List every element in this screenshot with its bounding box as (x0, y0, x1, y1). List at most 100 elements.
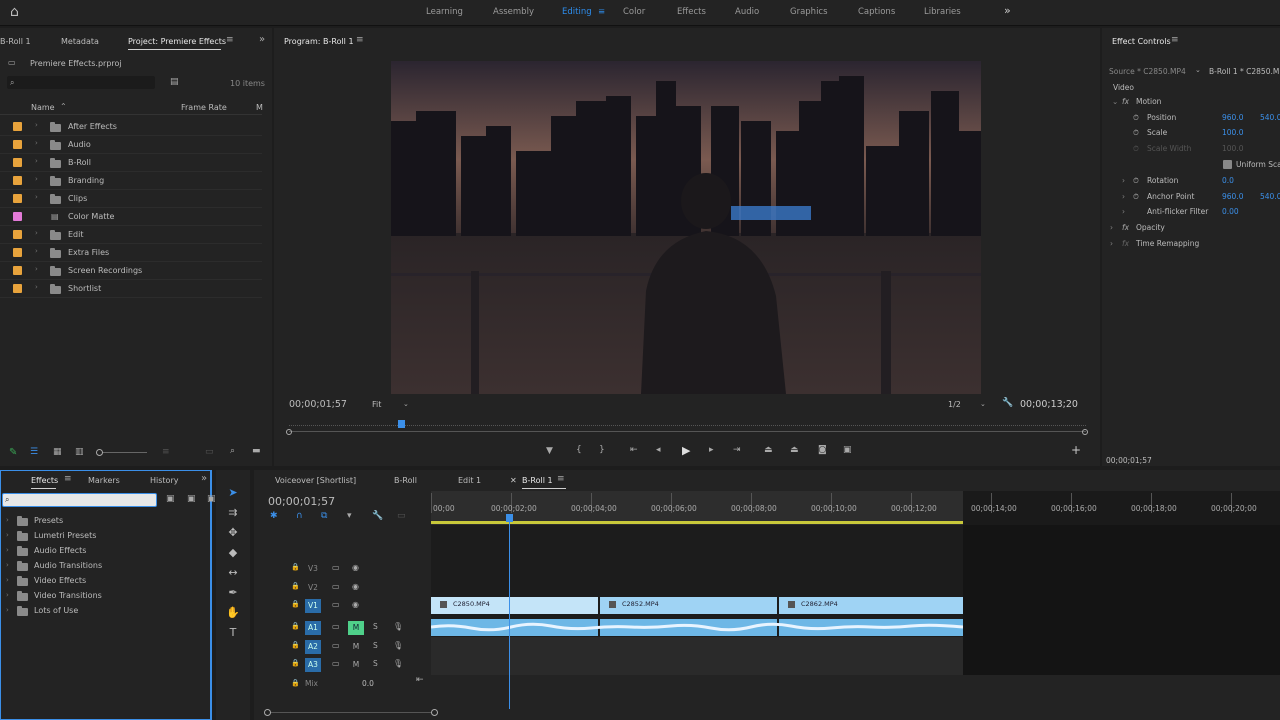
chevron-right-icon[interactable]: › (6, 576, 9, 584)
clip-v1-3[interactable]: C2862.MP4 (779, 597, 963, 614)
zoom-slider[interactable] (97, 452, 147, 453)
label-color-swatch[interactable] (13, 230, 22, 239)
label-color-swatch[interactable] (13, 284, 22, 293)
effects-folder-row[interactable]: › Video Transitions (0, 589, 200, 604)
seq-tab-voiceover[interactable]: Voiceover [Shortlist] (275, 476, 356, 485)
program-scrub-bar[interactable] (289, 431, 1086, 432)
scroll-handle-right[interactable] (431, 709, 438, 716)
chevron-down-icon[interactable]: ⌄ (980, 400, 986, 409)
lock-icon[interactable]: 🔒 (291, 582, 300, 591)
tab-project[interactable]: Project: Premiere Effects (128, 37, 226, 46)
chevron-right-icon[interactable]: › (35, 283, 38, 291)
property-value[interactable]: 960.0 (1222, 192, 1243, 201)
project-bin-row[interactable]: › After Effects (0, 118, 262, 136)
expand-panels-icon[interactable]: » (201, 474, 207, 484)
project-bin-row[interactable]: › Branding (0, 172, 262, 190)
solo-button[interactable]: S (373, 659, 378, 668)
linked-selection-icon[interactable]: ⧉ (321, 512, 327, 521)
workspace-color[interactable]: Color (623, 7, 645, 17)
sync-lock-icon[interactable]: ▭ (332, 582, 340, 591)
track-label[interactable]: V1 (305, 599, 321, 613)
pencil-icon[interactable]: ✎ (9, 448, 17, 458)
freeform-view-icon[interactable]: ▥ (75, 448, 84, 457)
workspace-effects[interactable]: Effects (677, 7, 706, 17)
project-bin-row[interactable]: › Clips (0, 190, 262, 208)
program-menu-icon[interactable]: ≡ (356, 36, 364, 45)
eye-icon[interactable]: ◉ (352, 582, 359, 591)
workspace-editing[interactable]: Editing (562, 7, 592, 17)
label-color-swatch[interactable] (13, 140, 22, 149)
play-icon[interactable]: ▶ (682, 445, 690, 456)
more-workspaces-icon[interactable]: » (1004, 4, 1011, 17)
property-value[interactable]: 0.0 (1222, 176, 1234, 185)
effect-controls-menu-icon[interactable]: ≡ (1171, 36, 1179, 45)
sync-lock-icon[interactable]: ▭ (332, 659, 340, 668)
stopwatch-icon[interactable]: ⏱ (1133, 113, 1139, 123)
lift-icon[interactable]: ⏏ (764, 446, 773, 455)
mute-button[interactable]: M (348, 640, 364, 654)
column-media-start[interactable]: M (256, 103, 263, 112)
track-label[interactable]: A2 (305, 640, 321, 654)
eye-icon[interactable]: ◉ (352, 600, 359, 609)
effects-folder-row[interactable]: › Lumetri Presets (0, 529, 200, 544)
workspace-audio[interactable]: Audio (735, 7, 759, 17)
workspace-menu-icon[interactable]: ≡ (598, 7, 605, 17)
uniform-scale-checkbox[interactable] (1223, 160, 1232, 169)
ripple-edit-tool-icon[interactable]: ✥ (226, 526, 240, 540)
timeline-settings-icon[interactable]: 🔧 (372, 512, 383, 521)
stopwatch-icon[interactable]: ⏱ (1133, 192, 1139, 202)
chevron-right-icon[interactable]: › (6, 516, 9, 524)
property-value[interactable]: 100.0 (1222, 144, 1243, 153)
type-tool-icon[interactable]: T (226, 626, 240, 640)
sync-lock-icon[interactable]: ▭ (332, 641, 340, 650)
add-marker-icon[interactable]: ▼ (546, 447, 553, 456)
timeline-timecode[interactable]: 00;00;01;57 (268, 495, 335, 508)
chevron-right-icon[interactable]: › (1110, 239, 1113, 248)
mute-button[interactable]: M (348, 658, 364, 672)
effect-controls-title[interactable]: Effect Controls (1112, 37, 1171, 46)
lock-icon[interactable]: 🔒 (291, 641, 300, 650)
column-frame-rate[interactable]: Frame Rate (181, 103, 227, 112)
seq-tab-edit-1[interactable]: Edit 1 (458, 476, 481, 485)
chevron-right-icon[interactable]: › (35, 157, 38, 165)
stopwatch-icon[interactable]: ⏱ (1133, 176, 1139, 186)
new-bin-icon[interactable]: ▤ (170, 78, 179, 87)
stopwatch-icon[interactable]: ⏱ (1133, 128, 1139, 138)
new-bin-bottom-icon[interactable]: ▬ (252, 447, 261, 456)
ec-sequence-label[interactable]: B-Roll 1 * C2850.MP4 (1209, 67, 1280, 76)
project-bin-row[interactable]: › B-Roll (0, 154, 262, 172)
label-color-swatch[interactable] (13, 194, 22, 203)
chevron-right-icon[interactable]: › (35, 121, 38, 129)
tab-metadata[interactable]: Metadata (61, 37, 99, 46)
chevron-right-icon[interactable]: › (6, 591, 9, 599)
microphone-icon[interactable]: 🎙 (393, 641, 403, 650)
property-value-2[interactable]: 540.0 (1260, 192, 1280, 201)
track-label[interactable]: V2 (305, 581, 321, 595)
label-color-swatch[interactable] (13, 158, 22, 167)
list-view-icon[interactable]: ☰ (30, 448, 38, 457)
slip-tool-icon[interactable]: ↔ (226, 566, 240, 580)
project-bin-row[interactable]: › Extra Files (0, 244, 262, 262)
effects-folder-row[interactable]: › Audio Transitions (0, 559, 200, 574)
workspace-assembly[interactable]: Assembly (493, 7, 534, 17)
captions-icon[interactable]: ▭ (397, 512, 406, 521)
wrench-icon[interactable]: 🔧 (1002, 399, 1013, 408)
property-value[interactable]: 100.0 (1222, 128, 1243, 137)
program-time-ruler[interactable] (289, 416, 1086, 426)
in-handle[interactable] (286, 429, 292, 435)
chevron-right-icon[interactable]: › (35, 265, 38, 273)
selection-tool-icon[interactable]: ➤ (226, 486, 240, 500)
track-select-tool-icon[interactable]: ⇉ (226, 506, 240, 520)
extract-icon[interactable]: ⏏ (790, 446, 799, 455)
clip-v1-1[interactable]: C2850.MP4 (431, 597, 598, 614)
mute-button[interactable]: M (348, 621, 364, 635)
go-to-end-icon[interactable]: ⇤ (416, 676, 424, 685)
label-color-swatch[interactable] (13, 122, 22, 131)
effects-folder-row[interactable]: › Lots of Use (0, 604, 200, 619)
track-label[interactable]: A1 (305, 621, 321, 635)
project-bin-row[interactable]: › Audio (0, 136, 262, 154)
chevron-right-icon[interactable]: › (1122, 207, 1125, 216)
tab-history[interactable]: History (150, 476, 178, 485)
chevron-right-icon[interactable]: › (6, 606, 9, 614)
chevron-right-icon[interactable]: › (35, 139, 38, 147)
